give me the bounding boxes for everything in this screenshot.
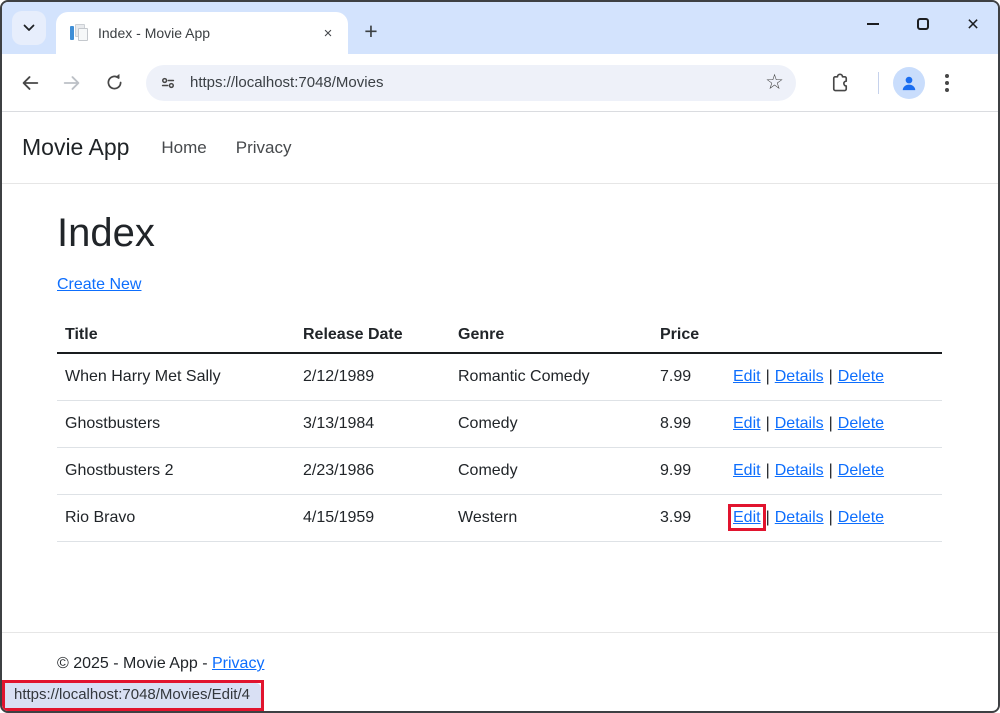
back-arrow-icon <box>19 72 41 94</box>
extensions-button[interactable] <box>822 65 858 101</box>
bookmark-star-icon[interactable]: ☆ <box>765 72 784 93</box>
edit-link[interactable]: Edit <box>733 462 761 479</box>
profile-avatar[interactable] <box>893 67 925 99</box>
reload-button[interactable] <box>96 65 132 101</box>
details-link[interactable]: Details <box>775 462 824 479</box>
details-link[interactable]: Details <box>775 509 824 526</box>
maximize-icon <box>917 18 929 30</box>
action-separator: | <box>761 462 775 479</box>
action-separator: | <box>824 462 838 479</box>
cell-title: Ghostbusters 2 <box>57 448 295 495</box>
site-info-icon[interactable] <box>158 73 178 93</box>
close-icon: × <box>967 14 979 35</box>
tab-search-button[interactable] <box>12 11 46 45</box>
cell-genre: Romantic Comedy <box>450 353 652 401</box>
details-link[interactable]: Details <box>775 415 824 432</box>
web-page: Movie App Home Privacy Index Create New … <box>2 112 998 710</box>
browser-tab-active[interactable]: Index - Movie App × <box>56 12 348 54</box>
cell-genre: Comedy <box>450 448 652 495</box>
minimize-button[interactable] <box>848 2 898 46</box>
tab-close-icon[interactable]: × <box>318 23 338 43</box>
cell-price: 7.99 <box>652 353 725 401</box>
tab-strip: Index - Movie App × + × <box>2 2 998 54</box>
browser-window: Index - Movie App × + × <box>0 0 1000 713</box>
header-actions <box>725 318 942 353</box>
edit-link-highlighted[interactable]: Edit <box>733 509 761 526</box>
nav-home-link[interactable]: Home <box>161 138 206 158</box>
action-separator: | <box>824 415 838 432</box>
footer-privacy-link[interactable]: Privacy <box>212 655 264 672</box>
status-bubble: https://localhost:7048/Movies/Edit/4 <box>5 683 261 708</box>
main-content: Index Create New Title Release Date Genr… <box>2 184 998 542</box>
cell-release-date: 2/23/1986 <box>295 448 450 495</box>
table-header-row: Title Release Date Genre Price <box>57 318 942 353</box>
url-text[interactable]: https://localhost:7048/Movies <box>190 74 383 91</box>
edit-link[interactable]: Edit <box>733 368 761 385</box>
cell-title: Rio Bravo <box>57 495 295 542</box>
window-controls: × <box>848 2 998 46</box>
table-row: When Harry Met Sally 2/12/1989 Romantic … <box>57 353 942 401</box>
delete-link[interactable]: Delete <box>838 368 884 385</box>
cell-price: 9.99 <box>652 448 725 495</box>
cell-actions: Edit|Details|Delete <box>725 401 942 448</box>
cell-release-date: 3/13/1984 <box>295 401 450 448</box>
cell-price: 3.99 <box>652 495 725 542</box>
address-bar[interactable]: https://localhost:7048/Movies ☆ <box>146 65 796 101</box>
chevron-down-icon <box>22 21 36 35</box>
delete-link[interactable]: Delete <box>838 509 884 526</box>
nav-privacy-link[interactable]: Privacy <box>236 138 292 158</box>
header-price: Price <box>652 318 725 353</box>
reload-icon <box>104 72 125 93</box>
header-release-date: Release Date <box>295 318 450 353</box>
table-row: Rio Bravo 4/15/1959 Western 3.99 Edit|De… <box>57 495 942 542</box>
copyright-text: © 2025 - Movie App - <box>57 655 208 672</box>
create-new-link[interactable]: Create New <box>57 276 141 294</box>
header-genre: Genre <box>450 318 652 353</box>
edit-link[interactable]: Edit <box>733 415 761 432</box>
maximize-button[interactable] <box>898 2 948 46</box>
forward-arrow-icon <box>61 72 83 94</box>
action-separator: | <box>824 509 838 526</box>
action-separator: | <box>761 509 775 526</box>
cell-genre: Comedy <box>450 401 652 448</box>
action-separator: | <box>824 368 838 385</box>
header-title: Title <box>57 318 295 353</box>
tab-title: Index - Movie App <box>98 25 318 41</box>
action-separator: | <box>761 415 775 432</box>
tab-favicon-icon <box>70 24 88 42</box>
forward-button[interactable] <box>54 65 90 101</box>
cell-actions: Edit|Details|Delete <box>725 353 942 401</box>
cell-genre: Western <box>450 495 652 542</box>
new-tab-button[interactable]: + <box>356 16 386 46</box>
delete-link[interactable]: Delete <box>838 462 884 479</box>
close-window-button[interactable]: × <box>948 2 998 46</box>
person-icon <box>899 73 919 93</box>
table-row: Ghostbusters 2 2/23/1986 Comedy 9.99 Edi… <box>57 448 942 495</box>
action-separator: | <box>761 368 775 385</box>
cell-actions: Edit|Details|Delete <box>725 448 942 495</box>
brand-link[interactable]: Movie App <box>22 134 129 161</box>
cell-title: When Harry Met Sally <box>57 353 295 401</box>
details-link[interactable]: Details <box>775 368 824 385</box>
status-bubble-highlight-box: https://localhost:7048/Movies/Edit/4 <box>2 680 264 711</box>
minimize-icon <box>867 23 879 25</box>
site-navbar: Movie App Home Privacy <box>2 112 998 184</box>
delete-link[interactable]: Delete <box>838 415 884 432</box>
puzzle-icon <box>829 72 851 94</box>
cell-title: Ghostbusters <box>57 401 295 448</box>
browser-menu-button[interactable] <box>941 68 953 98</box>
movies-table: Title Release Date Genre Price When Harr… <box>57 318 942 542</box>
back-button[interactable] <box>12 65 48 101</box>
toolbar-divider <box>878 72 879 94</box>
page-title: Index <box>57 211 938 256</box>
cell-release-date: 4/15/1959 <box>295 495 450 542</box>
browser-toolbar: https://localhost:7048/Movies ☆ <box>2 54 998 112</box>
cell-price: 8.99 <box>652 401 725 448</box>
cell-release-date: 2/12/1989 <box>295 353 450 401</box>
cell-actions: Edit|Details|Delete <box>725 495 942 542</box>
table-row: Ghostbusters 3/13/1984 Comedy 8.99 Edit|… <box>57 401 942 448</box>
